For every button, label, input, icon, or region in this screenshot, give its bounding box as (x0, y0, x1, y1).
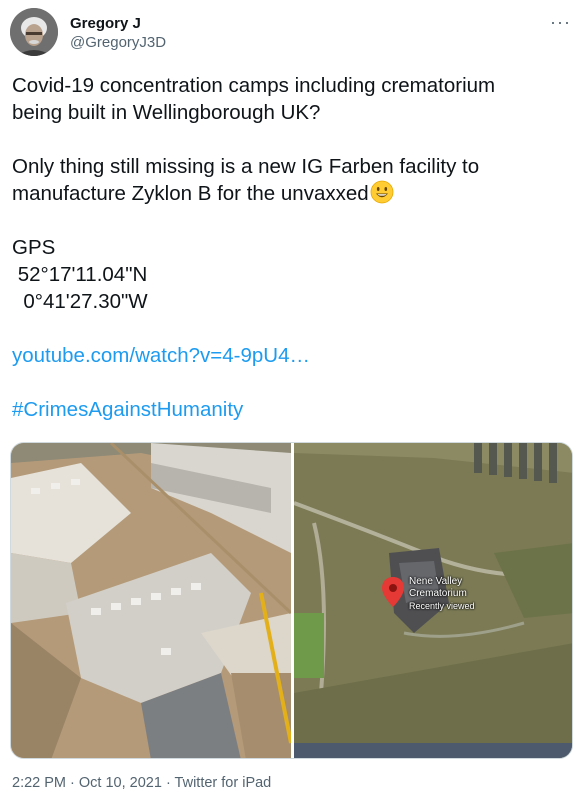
text-span: manufacture Zyklon B for the unvaxxed (12, 182, 369, 205)
gps-lat-value: 52°17'11.04"N (17, 263, 148, 286)
place-title: Crematorium (409, 588, 467, 599)
grinning-face-emoji-icon (370, 180, 394, 204)
place-subtitle: Recently viewed (409, 601, 475, 611)
place-title: Nene Valley (409, 576, 463, 587)
text-line: Only thing still missing is a new IG Far… (12, 155, 480, 178)
satellite-map-photo[interactable]: Nene Valley Crematorium Recently viewed (294, 443, 572, 758)
text-line: manufacture Zyklon B for the unvaxxed (12, 180, 572, 207)
place-label[interactable]: Nene Valley Crematorium Recently viewed (409, 576, 475, 612)
more-icon[interactable]: ··· (550, 12, 571, 33)
hashtag-link[interactable]: #CrimesAgainstHumanity (12, 398, 243, 421)
display-name[interactable]: Gregory J (70, 14, 166, 33)
map-pin-icon[interactable] (382, 577, 404, 607)
gps-lon-value: 0°41'27.30"W (23, 290, 148, 313)
aerial-construction-photo[interactable] (11, 443, 291, 758)
text-line: being built in Wellingborough UK? (12, 101, 321, 124)
author-names: Gregory J @GregoryJ3D (70, 14, 166, 52)
tweet-time[interactable]: 2:22 PM (12, 775, 66, 791)
gps-longitude: 0°41'27.30"W (12, 288, 572, 315)
avatar[interactable] (10, 8, 58, 56)
user-handle[interactable]: @GregoryJ3D (70, 33, 166, 52)
tweet-metadata: 2:22 PM · Oct 10, 2021 · Twitter for iPa… (12, 775, 272, 791)
tweet-source[interactable]: Twitter for iPad (175, 775, 272, 791)
portrait-avatar-icon (10, 8, 58, 56)
gps-latitude: 52°17'11.04"N (12, 261, 572, 288)
gps-label: GPS (12, 236, 56, 259)
tweet-text: Covid-19 concentration camps including c… (12, 72, 572, 423)
media-grid: Nene Valley Crematorium Recently viewed (10, 442, 573, 759)
youtube-link[interactable]: youtube.com/watch?v=4-9pU4… (12, 344, 310, 367)
tweet-date[interactable]: Oct 10, 2021 (79, 775, 162, 791)
tweet-header: Gregory J @GregoryJ3D ··· (10, 8, 573, 58)
text-line: Covid-19 concentration camps including c… (12, 74, 496, 97)
